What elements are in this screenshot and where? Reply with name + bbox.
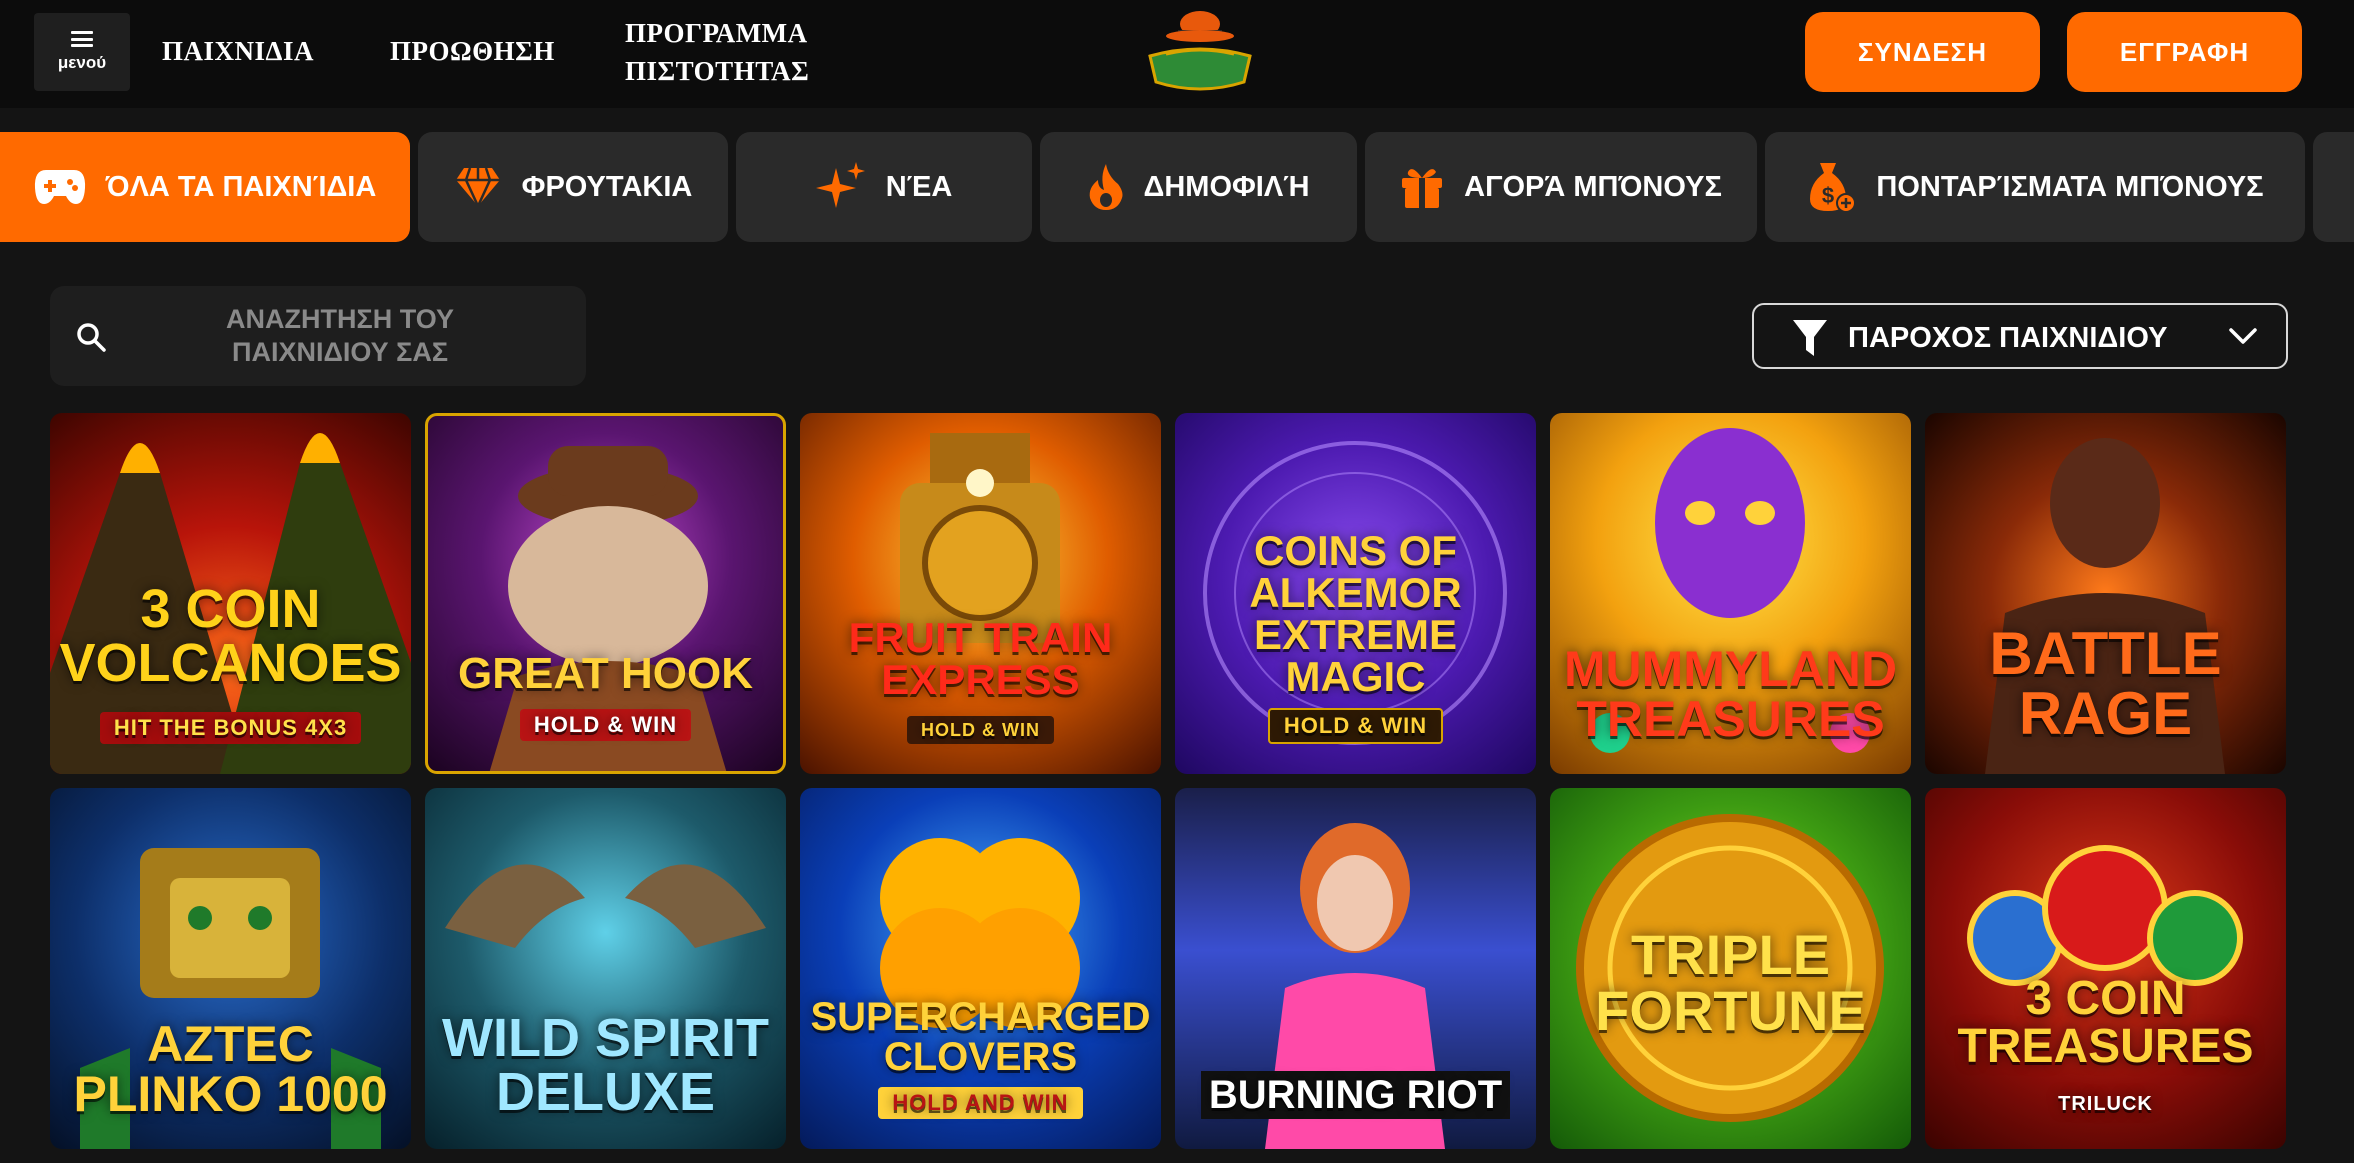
game-grid: 3 COIN VOLCANOES HIT the BONUS 4x3 GREAT…: [50, 413, 2290, 1163]
game-title: WILD SPIRIT DELUXE: [442, 1008, 769, 1122]
game-title: COINS OF ALKEMOR EXTREME MAGIC: [1249, 527, 1462, 700]
gift-icon: [1402, 169, 1443, 208]
game-title: BATTLE RAGE: [1989, 620, 2222, 747]
game-title: AZTEC PLINKO 1000: [73, 1016, 388, 1122]
tab-label: ΑΓΟΡΆ ΜΠΌΝΟΥΣ: [1464, 170, 1722, 203]
tab-all-games[interactable]: ΌΛΑ ΤΑ ΠΑΙΧΝΊΔΙΑ: [0, 132, 410, 242]
game-tile-aztec-plinko[interactable]: AZTEC PLINKO 1000: [50, 788, 411, 1149]
game-title: GREAT HOOK: [458, 649, 753, 698]
game-badge: HOLD & WIN: [519, 709, 692, 741]
game-tile-fruit-train-express[interactable]: FRUIT TRAIN EXPRESS HOLD & WIN: [800, 413, 1161, 774]
tab-label: ΠΟΝΤΑΡΊΣΜΑΤΑ ΜΠΌΝΟΥΣ: [1876, 170, 2264, 203]
game-title: 3 COIN TREASURES: [1957, 972, 2254, 1073]
tab-bonus-buy[interactable]: ΑΓΟΡΆ ΜΠΌΝΟΥΣ: [1365, 132, 1757, 242]
tab-label: ΦΡΟΥΤΑΚΙΑ: [521, 170, 693, 203]
game-badge: HOLD AND WIN: [878, 1087, 1083, 1119]
game-tile-mummyland-treasures[interactable]: MUMMYLAND TREASURES: [1550, 413, 1911, 774]
game-tile-3-coin-treasures[interactable]: 3 COIN TREASURES TriLuck: [1925, 788, 2286, 1149]
tab-fruits[interactable]: ΦΡΟΥΤΑΚΙΑ: [418, 132, 728, 242]
game-title: TRIPLE FORTUNE: [1595, 923, 1866, 1042]
tab-label: ΌΛΑ ΤΑ ΠΑΙΧΝΊΔΙΑ: [105, 170, 377, 203]
game-title: MUMMYLAND TREASURES: [1563, 641, 1898, 747]
money-bag-icon: $: [1810, 163, 1857, 213]
game-tile-3-coin-volcanoes[interactable]: 3 COIN VOLCANOES HIT the BONUS 4x3: [50, 413, 411, 774]
game-title: FRUIT TRAIN EXPRESS: [848, 614, 1113, 703]
diamond-icon: [455, 167, 500, 208]
game-tile-supercharged-clovers[interactable]: SUPERCHARGED CLOVERS HOLD AND WIN: [800, 788, 1161, 1149]
nav-promotion[interactable]: ΠΡΟΩΘΗΣΗ: [390, 36, 555, 67]
signup-button[interactable]: ΕΓΓΡΑΦΗ: [2067, 12, 2302, 92]
chevron-down-icon: [2229, 328, 2257, 344]
tab-more[interactable]: [2313, 132, 2354, 242]
game-search[interactable]: ΑΝΑΖΗΤΗΣΗ ΤΟΥ ΠΑΙΧΝΙΔΙΟΥ ΣΑΣ: [50, 286, 586, 386]
tab-label: ΔΗΜΟΦΙΛΉ: [1143, 170, 1310, 203]
flame-icon: [1089, 164, 1122, 210]
game-tile-great-hook[interactable]: GREAT HOOK HOLD & WIN: [425, 413, 786, 774]
game-tile-coins-of-alkemor[interactable]: COINS OF ALKEMOR EXTREME MAGIC HOLD & WI…: [1175, 413, 1536, 774]
tab-new[interactable]: ΝΈΑ: [736, 132, 1032, 242]
game-tile-triple-fortune[interactable]: TRIPLE FORTUNE: [1550, 788, 1911, 1149]
nav-games[interactable]: ΠΑΙΧΝΙΔΙΑ: [162, 36, 314, 67]
game-badge: HOLD & WIN: [907, 716, 1054, 744]
filter-icon: [1793, 320, 1827, 356]
game-title: BURNING RIOT: [1200, 1071, 1511, 1119]
category-tabs: ΌΛΑ ΤΑ ΠΑΙΧΝΊΔΙΑ ΦΡΟΥΤΑΚΙΑ ΝΈΑ ΔΗΜΟΦΙΛΉ …: [0, 132, 2354, 242]
search-input[interactable]: ΑΝΑΖΗΤΗΣΗ ΤΟΥ ΠΑΙΧΝΙΔΙΟΥ ΣΑΣ: [150, 298, 530, 374]
game-badge: HOLD & WIN: [1267, 708, 1444, 744]
sparkle-icon: [815, 162, 865, 208]
game-badge: HIT the BONUS 4x3: [99, 712, 362, 744]
tab-popular[interactable]: ΔΗΜΟΦΙΛΉ: [1040, 132, 1357, 242]
hidden-jack-logo[interactable]: [1140, 4, 1260, 104]
gamepad-icon: [34, 170, 85, 204]
provider-filter-dropdown[interactable]: ΠΑΡΟΧΟΣ ΠΑΙΧΝΙΔΙΟΥ: [1752, 303, 2288, 369]
search-icon: [77, 323, 106, 352]
game-title: 3 COIN VOLCANOES: [59, 579, 402, 693]
game-tile-burning-riot[interactable]: BURNING RIOT: [1175, 788, 1536, 1149]
login-button[interactable]: ΣΥΝΔΕΣΗ: [1805, 12, 2040, 92]
tab-bonus-bets[interactable]: $ ΠΟΝΤΑΡΊΣΜΑΤΑ ΜΠΌΝΟΥΣ: [1765, 132, 2305, 242]
game-title: SUPERCHARGED CLOVERS: [810, 995, 1151, 1079]
game-badge: TriLuck: [2058, 1093, 2153, 1115]
menu-button[interactable]: μενού: [34, 13, 130, 91]
game-tile-wild-spirit-deluxe[interactable]: WILD SPIRIT DELUXE: [425, 788, 786, 1149]
provider-filter-label: ΠΑΡΟΧΟΣ ΠΑΙΧΝΙΔΙΟΥ: [1848, 322, 2168, 354]
top-header: μενού ΠΑΙΧΝΙΔΙΑ ΠΡΟΩΘΗΣΗ ΠΡΟΓΡΑΜΜΑ ΠΙΣΤΟ…: [0, 0, 2354, 108]
tab-label: ΝΈΑ: [885, 170, 953, 203]
game-tile-battle-rage[interactable]: BATTLE RAGE: [1925, 413, 2286, 774]
nav-loyalty-program[interactable]: ΠΡΟΓΡΑΜΜΑ ΠΙΣΤΟΤΗΤΑΣ: [625, 14, 845, 90]
hamburger-icon: [71, 31, 93, 47]
menu-label: μενού: [57, 53, 107, 72]
svg-text:$: $: [1822, 183, 1834, 208]
